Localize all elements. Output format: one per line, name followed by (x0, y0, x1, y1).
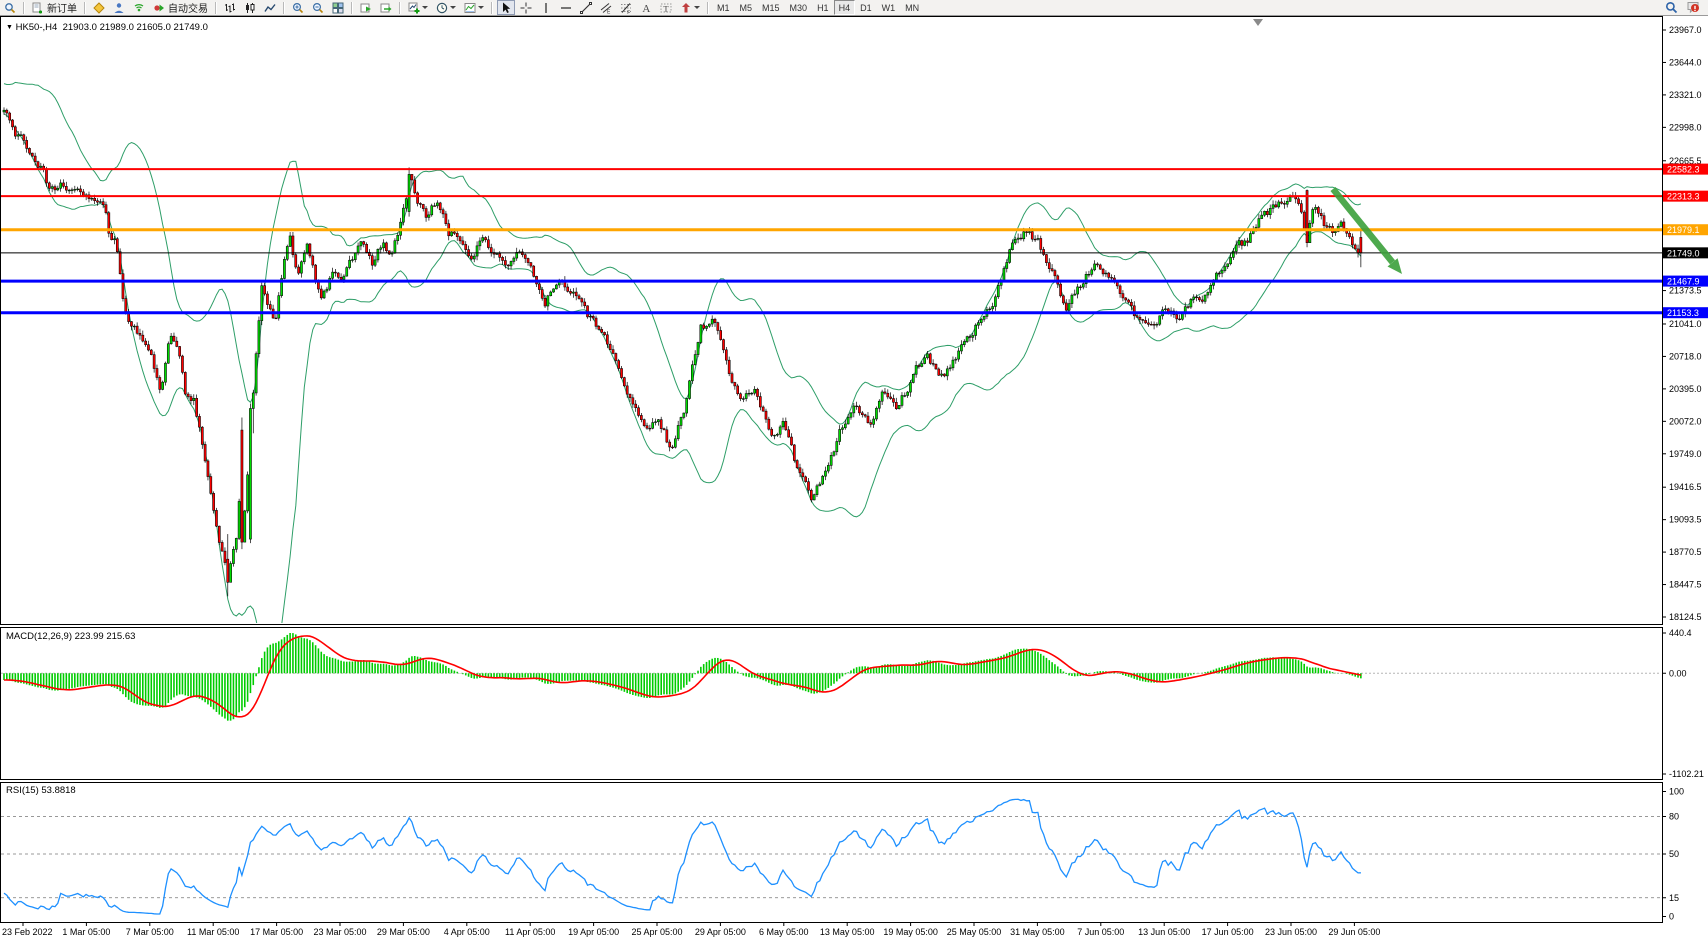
svg-text:13 May 05:00: 13 May 05:00 (820, 927, 875, 937)
svg-text:22313.3: 22313.3 (1667, 192, 1700, 202)
price-tag-21749.0: 21749.0 (1663, 247, 1708, 258)
ohlc-close: 21749.0 (174, 22, 208, 33)
svg-text:20718.0: 20718.0 (1669, 351, 1702, 361)
chart-area[interactable]: 23967.023644.023321.022998.022665.521373… (0, 0, 1708, 940)
svg-text:80: 80 (1669, 812, 1679, 822)
price-tag-21467.9: 21467.9 (1663, 276, 1708, 287)
svg-text:19416.5: 19416.5 (1669, 482, 1702, 492)
svg-text:21749.0: 21749.0 (1667, 248, 1700, 258)
svg-text:19093.5: 19093.5 (1669, 515, 1702, 525)
svg-text:29 Jun 05:00: 29 Jun 05:00 (1328, 927, 1380, 937)
svg-text:21153.3: 21153.3 (1667, 308, 1699, 318)
svg-text:17 Mar 05:00: 17 Mar 05:00 (250, 927, 303, 937)
svg-text:31 May 05:00: 31 May 05:00 (1010, 927, 1065, 937)
svg-text:100: 100 (1669, 787, 1684, 797)
svg-text:23644.0: 23644.0 (1669, 57, 1702, 67)
chart-title: ▼ HK50-,H4 21903.0 21989.0 21605.0 21749… (6, 22, 208, 33)
svg-text:23 Mar 05:00: 23 Mar 05:00 (313, 927, 366, 937)
price-tag-22582.3: 22582.3 (1663, 164, 1708, 175)
rsi-label: RSI(15) 53.8818 (6, 785, 76, 796)
ohlc-low: 21605.0 (137, 22, 171, 33)
svg-text:-1102.21: -1102.21 (1669, 769, 1704, 779)
svg-text:440.4: 440.4 (1669, 628, 1692, 638)
chart-pane (1, 783, 1663, 923)
svg-text:18447.5: 18447.5 (1669, 580, 1702, 590)
svg-text:7 Jun 05:00: 7 Jun 05:00 (1077, 927, 1124, 937)
svg-text:0.00: 0.00 (1669, 668, 1687, 678)
svg-text:29 Mar 05:00: 29 Mar 05:00 (377, 927, 430, 937)
time-axis: 23 Feb 2022 1 Mar 05:00 7 Mar 05:00 11 Mar … (2, 922, 1380, 937)
svg-text:4 Apr 05:00: 4 Apr 05:00 (444, 927, 490, 937)
svg-text:50: 50 (1669, 849, 1679, 859)
svg-text:21373.5: 21373.5 (1669, 286, 1702, 296)
svg-text:20395.0: 20395.0 (1669, 384, 1702, 394)
svg-text:17 Jun 05:00: 17 Jun 05:00 (1202, 927, 1254, 937)
price-tag-22313.3: 22313.3 (1663, 191, 1708, 202)
price-tag-21979.1: 21979.1 (1663, 224, 1708, 235)
symbol-period-label: HK50-,H4 (16, 22, 58, 33)
svg-text:23321.0: 23321.0 (1669, 90, 1702, 100)
svg-text:7 Mar 05:00: 7 Mar 05:00 (126, 927, 174, 937)
chart-pane (1, 628, 1663, 780)
svg-text:0: 0 (1669, 912, 1674, 922)
svg-text:23967.0: 23967.0 (1669, 25, 1702, 35)
svg-text:11 Apr 05:00: 11 Apr 05:00 (505, 927, 555, 937)
svg-text:22582.3: 22582.3 (1667, 165, 1700, 175)
svg-text:29 Apr 05:00: 29 Apr 05:00 (695, 927, 746, 937)
svg-text:20072.0: 20072.0 (1669, 416, 1702, 426)
svg-text:18124.5: 18124.5 (1669, 612, 1702, 622)
svg-text:15: 15 (1669, 893, 1679, 903)
macd-label: MACD(12,26,9) 223.99 215.63 (6, 631, 135, 642)
ohlc-high: 21989.0 (100, 22, 134, 33)
rsi-axis: 100 80 50 15 0 (1662, 787, 1684, 922)
svg-text:25 Apr 05:00: 25 Apr 05:00 (631, 927, 682, 937)
mt4-window: 新订单自动交易EFATM1M5M15M30H1H4D1W1MN 23967.02… (0, 0, 1708, 940)
macd-axis: 440.4 0.00 -1102.21 (1662, 628, 1704, 779)
svg-text:19 Apr 05:00: 19 Apr 05:00 (568, 927, 619, 937)
svg-text:1 Mar 05:00: 1 Mar 05:00 (62, 927, 110, 937)
svg-text:11 Mar 05:00: 11 Mar 05:00 (187, 927, 239, 937)
svg-text:19749.0: 19749.0 (1669, 449, 1702, 459)
svg-text:22998.0: 22998.0 (1669, 122, 1702, 132)
svg-text:23 Jun 05:00: 23 Jun 05:00 (1265, 927, 1317, 937)
symbol-dropdown-icon[interactable]: ▼ (6, 24, 13, 31)
svg-text:19 May 05:00: 19 May 05:00 (883, 927, 938, 937)
ohlc-open: 21903.0 (63, 22, 97, 33)
svg-text:23 Feb 2022: 23 Feb 2022 (2, 927, 53, 937)
svg-text:25 May 05:00: 25 May 05:00 (947, 927, 1002, 937)
svg-text:13 Jun 05:00: 13 Jun 05:00 (1138, 927, 1190, 937)
price-tag-21153.3: 21153.3 (1663, 307, 1708, 318)
svg-text:6 May 05:00: 6 May 05:00 (759, 927, 809, 937)
svg-text:18770.5: 18770.5 (1669, 547, 1702, 557)
svg-text:21041.0: 21041.0 (1669, 319, 1702, 329)
svg-text:21979.1: 21979.1 (1667, 225, 1700, 235)
svg-text:21467.9: 21467.9 (1667, 277, 1700, 287)
price-axis: 23967.023644.023321.022998.022665.521373… (1662, 25, 1708, 622)
